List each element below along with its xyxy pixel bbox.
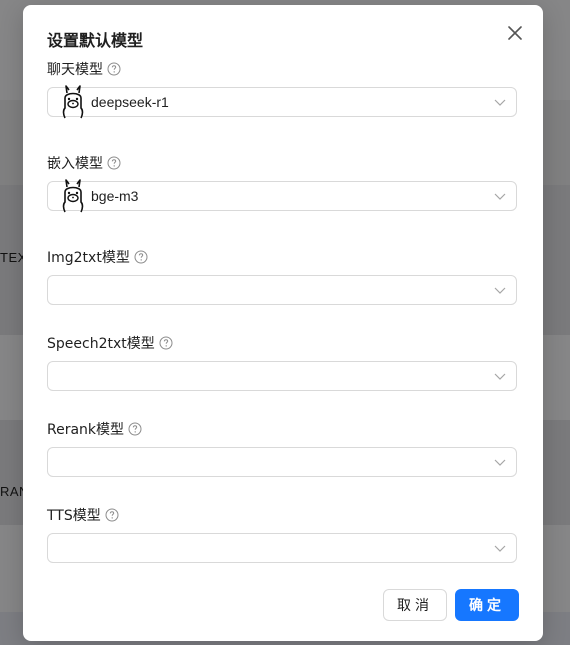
chat-model-label: 聊天模型 — [47, 59, 121, 79]
help-icon[interactable] — [128, 422, 142, 436]
close-icon — [508, 26, 522, 40]
field-label-text: 聊天模型 — [47, 62, 103, 78]
field-label-text: Img2txt模型 — [47, 250, 130, 266]
chat-model-select[interactable]: deepseek-r1 — [47, 85, 517, 119]
field-label-text: TTS模型 — [47, 508, 101, 524]
close-button[interactable] — [505, 23, 525, 43]
help-icon[interactable] — [107, 62, 121, 76]
embedding-model-label: 嵌入模型 — [47, 153, 121, 173]
help-icon[interactable] — [105, 508, 119, 522]
tts-model-label: TTS模型 — [47, 505, 119, 525]
default-model-dialog: 设置默认模型 聊天模型 deepseek-r1 嵌入模型 bge-m3 Img2… — [23, 5, 543, 641]
help-icon[interactable] — [107, 156, 121, 170]
field-label-text: Speech2txt模型 — [47, 336, 155, 352]
chevron-down-icon — [494, 373, 506, 380]
field-label-text: 嵌入模型 — [47, 156, 103, 172]
tts-model-select[interactable] — [47, 533, 517, 563]
help-icon[interactable] — [159, 336, 173, 350]
rerank-model-label: Rerank模型 — [47, 419, 142, 439]
llama-icon — [62, 179, 84, 213]
cancel-button[interactable]: 取消 — [383, 589, 447, 621]
chevron-down-icon — [494, 99, 506, 106]
chevron-down-icon — [494, 287, 506, 294]
dialog-title: 设置默认模型 — [47, 31, 144, 50]
chevron-down-icon — [494, 193, 506, 200]
help-icon[interactable] — [134, 250, 148, 264]
chevron-down-icon — [494, 459, 506, 466]
speech2txt-model-label: Speech2txt模型 — [47, 333, 173, 353]
img2txt-model-select[interactable] — [47, 275, 517, 305]
img2txt-model-label: Img2txt模型 — [47, 247, 148, 267]
chevron-down-icon — [494, 545, 506, 552]
confirm-button[interactable]: 确定 — [455, 589, 519, 621]
select-value: deepseek-r1 — [91, 94, 169, 110]
llama-icon — [62, 85, 84, 119]
rerank-model-select[interactable] — [47, 447, 517, 477]
speech2txt-model-select[interactable] — [47, 361, 517, 391]
embedding-model-select[interactable]: bge-m3 — [47, 179, 517, 213]
select-value: bge-m3 — [91, 188, 139, 204]
field-label-text: Rerank模型 — [47, 422, 125, 438]
